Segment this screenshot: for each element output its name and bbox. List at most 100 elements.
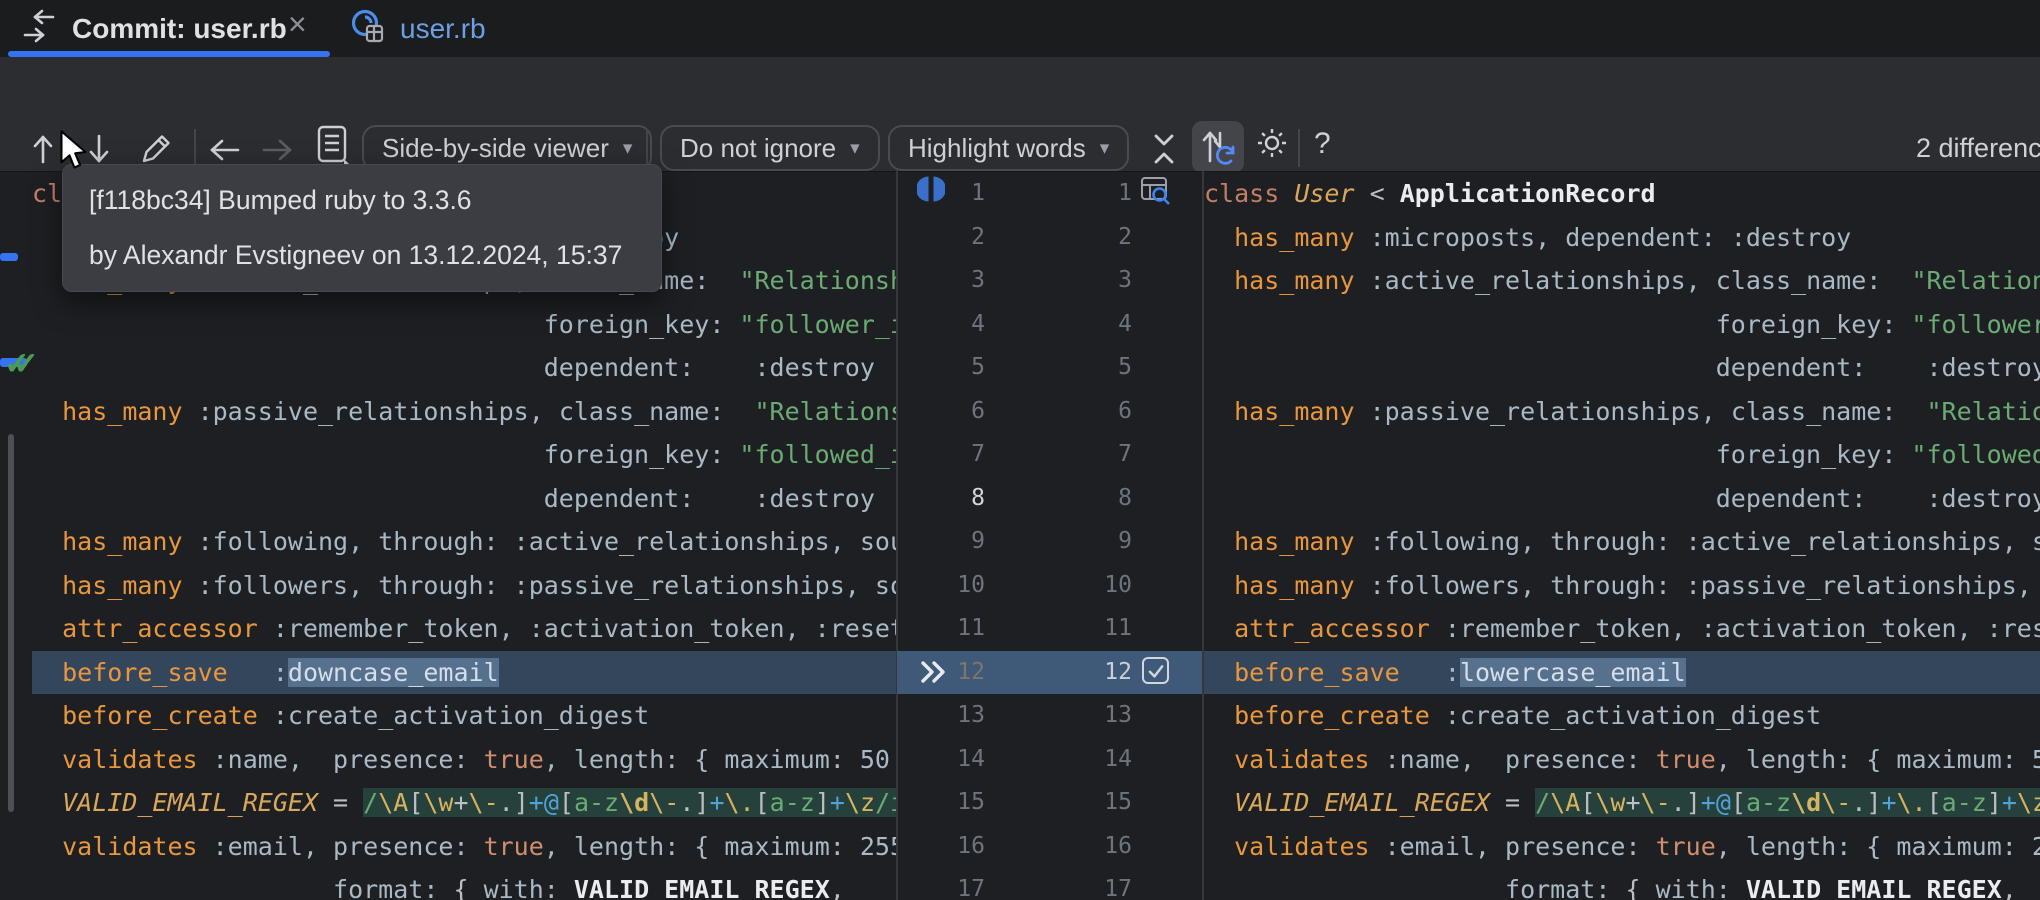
code-line: foreign_key: "follower_id",	[32, 303, 896, 347]
diff-icon	[20, 8, 58, 49]
right-line-number: 15	[985, 781, 1132, 825]
tab-user-rb[interactable]: user.rb	[348, 0, 486, 57]
code-line: class User < ApplicationRecord	[1204, 172, 2040, 216]
gutter-row: 77	[897, 433, 1202, 477]
include-change-checkbox[interactable]	[1142, 657, 1169, 684]
split-view-icon	[917, 175, 945, 208]
difference-count-label: 2 differences	[1916, 133, 2040, 164]
code-line: VALID_EMAIL_REGEX = /\A[\w+\-.]+@[a-z\d\…	[1204, 781, 2040, 825]
tab-commit-user-rb[interactable]: Commit: user.rb	[20, 0, 287, 57]
whitespace-policy-dropdown[interactable]: Do not ignore ▾	[660, 125, 880, 171]
gutter-row: 44	[897, 303, 1202, 347]
toolbar-separator	[194, 129, 196, 167]
viewer-mode-label: Side-by-side viewer	[382, 133, 609, 164]
right-line-number: 14	[985, 738, 1132, 782]
right-line-number: 4	[985, 303, 1132, 347]
code-line: format: { with: VALID_EMAIL_REGEX,	[1204, 868, 2040, 900]
left-line-number: 11	[897, 607, 985, 651]
code-line: has_many :followers, through: :passive_r…	[1204, 564, 2040, 608]
gutter-row: 22	[897, 216, 1202, 260]
chevron-down-icon: ▾	[850, 137, 860, 160]
gear-icon[interactable]	[1252, 123, 1292, 168]
code-line: VALID_EMAIL_REGEX = /\A[\w+\-.]+@[a-z\d\…	[32, 781, 896, 825]
code-line: attr_accessor :remember_token, :activati…	[1204, 607, 2040, 651]
code-line: format: { with: VALID_EMAIL_REGEX,	[32, 868, 896, 900]
right-line-number: 1	[985, 172, 1132, 216]
code-line: has_many :following, through: :active_re…	[32, 520, 896, 564]
diff-toolbar: Side-by-side viewer ▾ Do not ignore ▾ Hi…	[0, 57, 2040, 171]
help-icon[interactable]: ?	[1314, 127, 1331, 161]
left-line-number: 5	[897, 346, 985, 390]
previous-difference-icon[interactable]	[28, 131, 58, 172]
mouse-cursor	[58, 130, 96, 179]
left-line-number: 15	[897, 781, 985, 825]
code-line: before_create :create_activation_digest	[32, 694, 896, 738]
code-line: attr_accessor :remember_token, :activati…	[32, 607, 896, 651]
code-line: before_create :create_activation_digest	[1204, 694, 2040, 738]
code-line: before_save :downcase_email	[32, 651, 896, 695]
toolbar-separator	[1298, 129, 1300, 167]
code-line: has_many :following, through: :active_re…	[1204, 520, 2040, 564]
right-line-number: 7	[985, 433, 1132, 477]
left-line-number: 16	[897, 825, 985, 869]
chevron-down-icon: ▾	[1100, 137, 1110, 160]
highlight-mode-dropdown[interactable]: Highlight words ▾	[888, 125, 1129, 171]
gutter-row: 33	[897, 259, 1202, 303]
collapse-unchanged-icon[interactable]	[1146, 129, 1182, 174]
code-line: has_many :active_relationships, class_na…	[1204, 259, 2040, 303]
tooltip-commit-message: [f118bc34] Bumped ruby to 3.3.6	[89, 185, 635, 216]
right-line-number: 16	[985, 825, 1132, 869]
code-line: before_save :lowercase_email	[1204, 651, 2040, 695]
changed-line-chevrons-icon	[918, 656, 952, 693]
code-line: dependent: :destroy	[32, 477, 896, 521]
close-icon[interactable]: ×	[288, 6, 307, 43]
code-line: dependent: :destroy	[1204, 477, 2040, 521]
code-line: validates :name, presence: true, length:…	[32, 738, 896, 782]
right-line-number: 2	[985, 216, 1132, 260]
right-line-number: 11	[985, 607, 1132, 651]
gutter-row: 66	[897, 390, 1202, 434]
left-line-number: 10	[897, 564, 985, 608]
code-line: validates :email, presence: true, length…	[32, 825, 896, 869]
code-line: foreign_key: "followed_id",	[32, 433, 896, 477]
diff-gutter: 1122334455667788991010111112121313141415…	[897, 172, 1202, 900]
right-line-number: 8	[985, 477, 1132, 521]
left-line-number: 13	[897, 694, 985, 738]
tab-bar: Commit: user.rb × user.rb	[0, 0, 2040, 57]
left-line-number: 2	[897, 216, 985, 260]
code-line: has_many :passive_relationships, class_n…	[32, 390, 896, 434]
sync-scrolling-toggle[interactable]	[1192, 121, 1244, 173]
left-line-number: 3	[897, 259, 985, 303]
gutter-row: 1111	[897, 607, 1202, 651]
table-search-icon[interactable]	[1140, 175, 1172, 210]
code-line: dependent: :destroy	[1204, 346, 2040, 390]
right-line-number: 3	[985, 259, 1132, 303]
highlight-mode-label: Highlight words	[908, 133, 1086, 164]
gutter-row: 99	[897, 520, 1202, 564]
ide-window: { "colors": { "accent_blue": "#3574F0", …	[0, 0, 2040, 900]
right-line-number: 17	[985, 868, 1132, 900]
toolbar-separator	[646, 129, 648, 167]
gutter-row: 55	[897, 346, 1202, 390]
left-line-number: 7	[897, 433, 985, 477]
code-line: has_many :microposts, dependent: :destro…	[1204, 216, 2040, 260]
left-line-number: 4	[897, 303, 985, 347]
chevron-down-icon: ▾	[623, 137, 633, 160]
code-line: has_many :passive_relationships, class_n…	[1204, 390, 2040, 434]
code-line: validates :email, presence: true, length…	[1204, 825, 2040, 869]
whitespace-policy-label: Do not ignore	[680, 133, 836, 164]
tooltip-commit-author: by Alexandr Evstigneev on 13.12.2024, 15…	[89, 240, 635, 271]
gutter-row: 1313	[897, 694, 1202, 738]
gutter-row: 1616	[897, 825, 1202, 869]
tab-title: user.rb	[400, 13, 486, 45]
right-line-number: 13	[985, 694, 1132, 738]
change-marker	[0, 253, 18, 261]
left-line-number: 9	[897, 520, 985, 564]
left-line-number: 8	[897, 477, 985, 521]
tab-title: Commit: user.rb	[72, 13, 287, 45]
gutter-row: 1717	[897, 868, 1202, 900]
right-editor[interactable]: class User < ApplicationRecord has_many …	[1204, 172, 2040, 900]
right-line-number: 9	[985, 520, 1132, 564]
left-scrollbar[interactable]	[8, 434, 14, 812]
right-line-number: 5	[985, 346, 1132, 390]
